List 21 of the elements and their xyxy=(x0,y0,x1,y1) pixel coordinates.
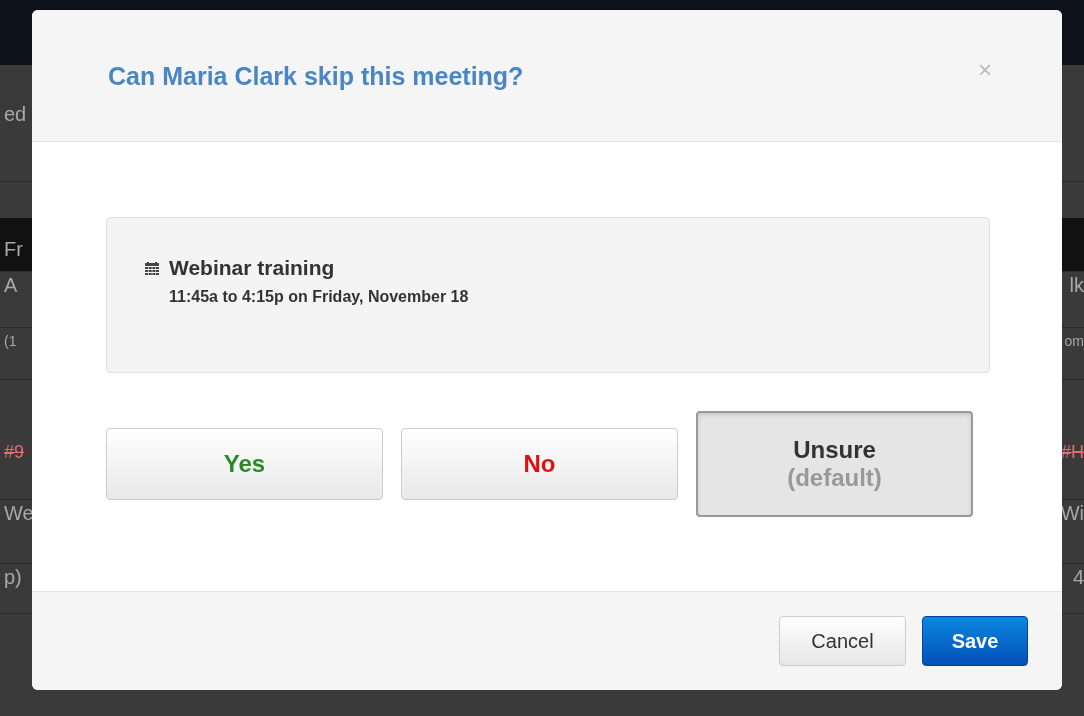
background-text: ed xyxy=(3,102,27,127)
background-text: (1 xyxy=(3,332,17,351)
event-time: 11:45a to 4:15p on Friday, November 18 xyxy=(169,288,469,306)
background-text: Fr xyxy=(3,237,23,262)
background-text: Wi xyxy=(1060,501,1084,526)
background-text: A xyxy=(3,273,18,298)
dialog-title: Can Maria Clark skip this meeting? xyxy=(108,62,524,91)
background-text: p) xyxy=(3,565,22,590)
background-text: #H xyxy=(1061,441,1084,464)
background-text: We xyxy=(3,501,34,526)
background-text: 4 xyxy=(1072,565,1084,590)
answer-option[interactable]: No xyxy=(401,428,678,500)
background-text: #9 xyxy=(3,441,25,464)
save-button[interactable]: Save xyxy=(922,616,1028,666)
cancel-button[interactable]: Cancel xyxy=(779,616,906,666)
background-text: lk xyxy=(1069,273,1084,298)
answer-option[interactable]: Unsure (default) xyxy=(696,411,973,517)
event-title: Webinar training xyxy=(169,256,336,280)
calendar-icon xyxy=(145,262,159,276)
background-text: om xyxy=(1064,332,1084,351)
answer-option[interactable]: Yes xyxy=(106,428,383,500)
